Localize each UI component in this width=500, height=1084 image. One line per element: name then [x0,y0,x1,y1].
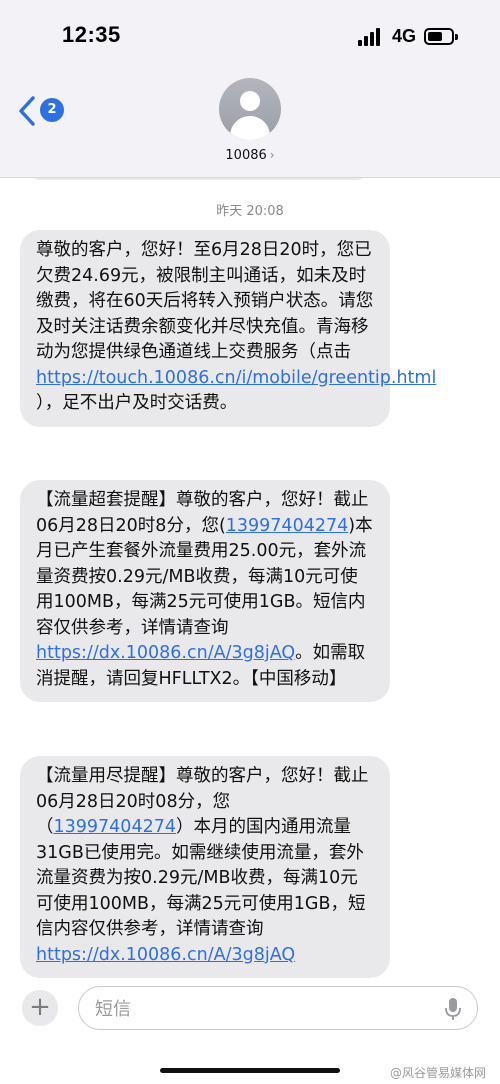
status-bar: 12:35 4G [0,0,500,70]
phone-number-link[interactable]: 13997404274 [54,817,176,837]
battery-icon [424,28,458,45]
signal-strength-icon [358,28,384,46]
message-field-container[interactable] [78,986,478,1030]
conversation-header: 2 10086 › [0,70,500,178]
microphone-icon[interactable] [445,997,461,1021]
contact-name-label: 10086 [225,148,267,163]
home-indicator[interactable] [160,1068,340,1073]
message-link[interactable]: https://dx.10086.cn/A/3g8jAQ [36,945,295,965]
watermark-text: @风谷管易媒体网 [389,1066,486,1080]
message-text: ），足不出户及时交话费。 [36,393,238,413]
add-attachment-button[interactable]: + [22,990,58,1026]
contact-avatar[interactable] [219,78,281,140]
phone-number-link[interactable]: 13997404274 [226,516,348,536]
message-thread[interactable]: 昨天 20:08 尊敬的客户，您好！至6月28日20时，您已欠费24.69元，被… [0,178,500,978]
message-bubble[interactable]: 【流量超套提醒】尊敬的客户，您好！截止06月28日20时8分，您(1399740… [20,480,390,702]
message-link[interactable]: https://dx.10086.cn/A/3g8jAQ [36,643,295,663]
contact-name[interactable]: 10086 › [0,148,500,163]
message-bubble[interactable]: 尊敬的客户，您好！至6月28日20时，您已欠费24.69元，被限制主叫通话，如未… [20,230,436,427]
timestamp-label: 昨天 20:08 [216,204,284,219]
message-bubble[interactable]: 【流量用尽提醒】尊敬的客户，您好！截止06月28日20时08分，您（139974… [20,756,390,978]
message-link[interactable]: https://touch.10086.cn/i/mobile/greentip… [36,368,436,388]
chevron-right-icon: › [269,148,275,162]
message-input[interactable] [95,995,425,1023]
back-button[interactable]: 2 [18,92,68,132]
message-text: 尊敬的客户，您好！至6月28日20时，您已欠费24.69元，被限制主叫通话，如未… [36,240,374,362]
previous-message-bubble [28,178,368,180]
status-time: 12:35 [62,22,121,47]
compose-bar: + @风谷管易媒体网 [0,978,500,1084]
chevron-left-icon [19,96,35,126]
unread-count-badge: 2 [40,98,64,122]
network-type: 4G [392,26,417,46]
